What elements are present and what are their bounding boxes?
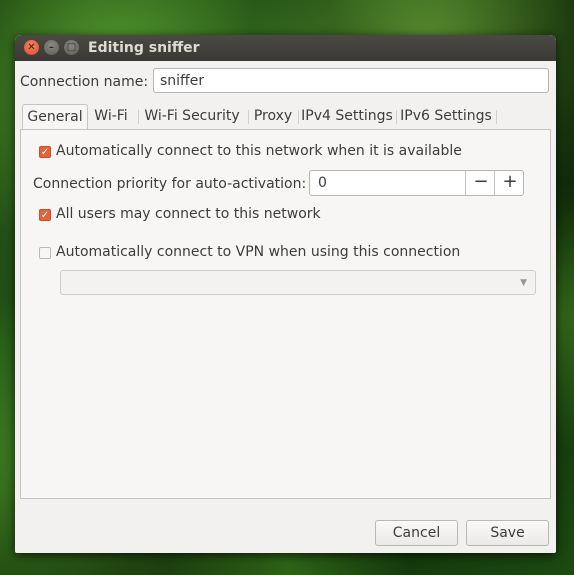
tab-general[interactable]: General [22,104,88,130]
close-window-button[interactable]: ✕ [24,40,39,55]
chevron-down-icon: ▼ [520,278,527,288]
auto-connect-checkbox[interactable]: ✓ [39,146,51,158]
tab-proxy[interactable]: Proxy [249,104,297,128]
decrement-button[interactable]: − [465,171,496,195]
auto-vpn-checkbox[interactable] [39,247,51,259]
auto-vpn-label: Automatically connect to VPN when using … [56,244,461,260]
window-title: Editing sniffer [88,40,200,56]
all-users-label: All users may connect to this network [56,206,321,222]
connection-name-label: Connection name: [20,74,149,90]
auto-connect-label: Automatically connect to this network wh… [56,143,462,159]
tab-ipv4-settings[interactable]: IPv4 Settings [301,104,393,128]
cancel-button[interactable]: Cancel [375,520,458,546]
tab-ipv6-settings[interactable]: IPv6 Settings [400,104,492,128]
minimize-window-button[interactable]: – [44,40,59,55]
titlebar: ✕ – □ Editing sniffer [15,35,556,61]
priority-value[interactable]: 0 [318,175,327,191]
tab-wifi[interactable]: Wi-Fi [89,104,133,128]
tab-separator [298,110,299,124]
check-icon: ✓ [40,147,50,158]
connection-name-input[interactable]: sniffer [153,68,549,93]
tab-separator [496,110,497,124]
save-button[interactable]: Save [466,520,549,546]
tab-wifi-security[interactable]: Wi-Fi Security [141,104,243,128]
dialog-window: ✕ – □ Editing sniffer Connection name: s… [15,35,556,553]
priority-spinbutton[interactable]: 0 − + [309,170,524,196]
priority-label: Connection priority for auto-activation: [33,176,307,192]
tab-separator [396,110,397,124]
tab-separator [138,110,139,124]
check-icon: ✓ [40,210,50,221]
all-users-checkbox[interactable]: ✓ [39,209,51,221]
vpn-select[interactable]: ▼ [60,270,536,295]
maximize-window-button[interactable]: □ [64,40,79,55]
increment-button[interactable]: + [494,171,525,195]
